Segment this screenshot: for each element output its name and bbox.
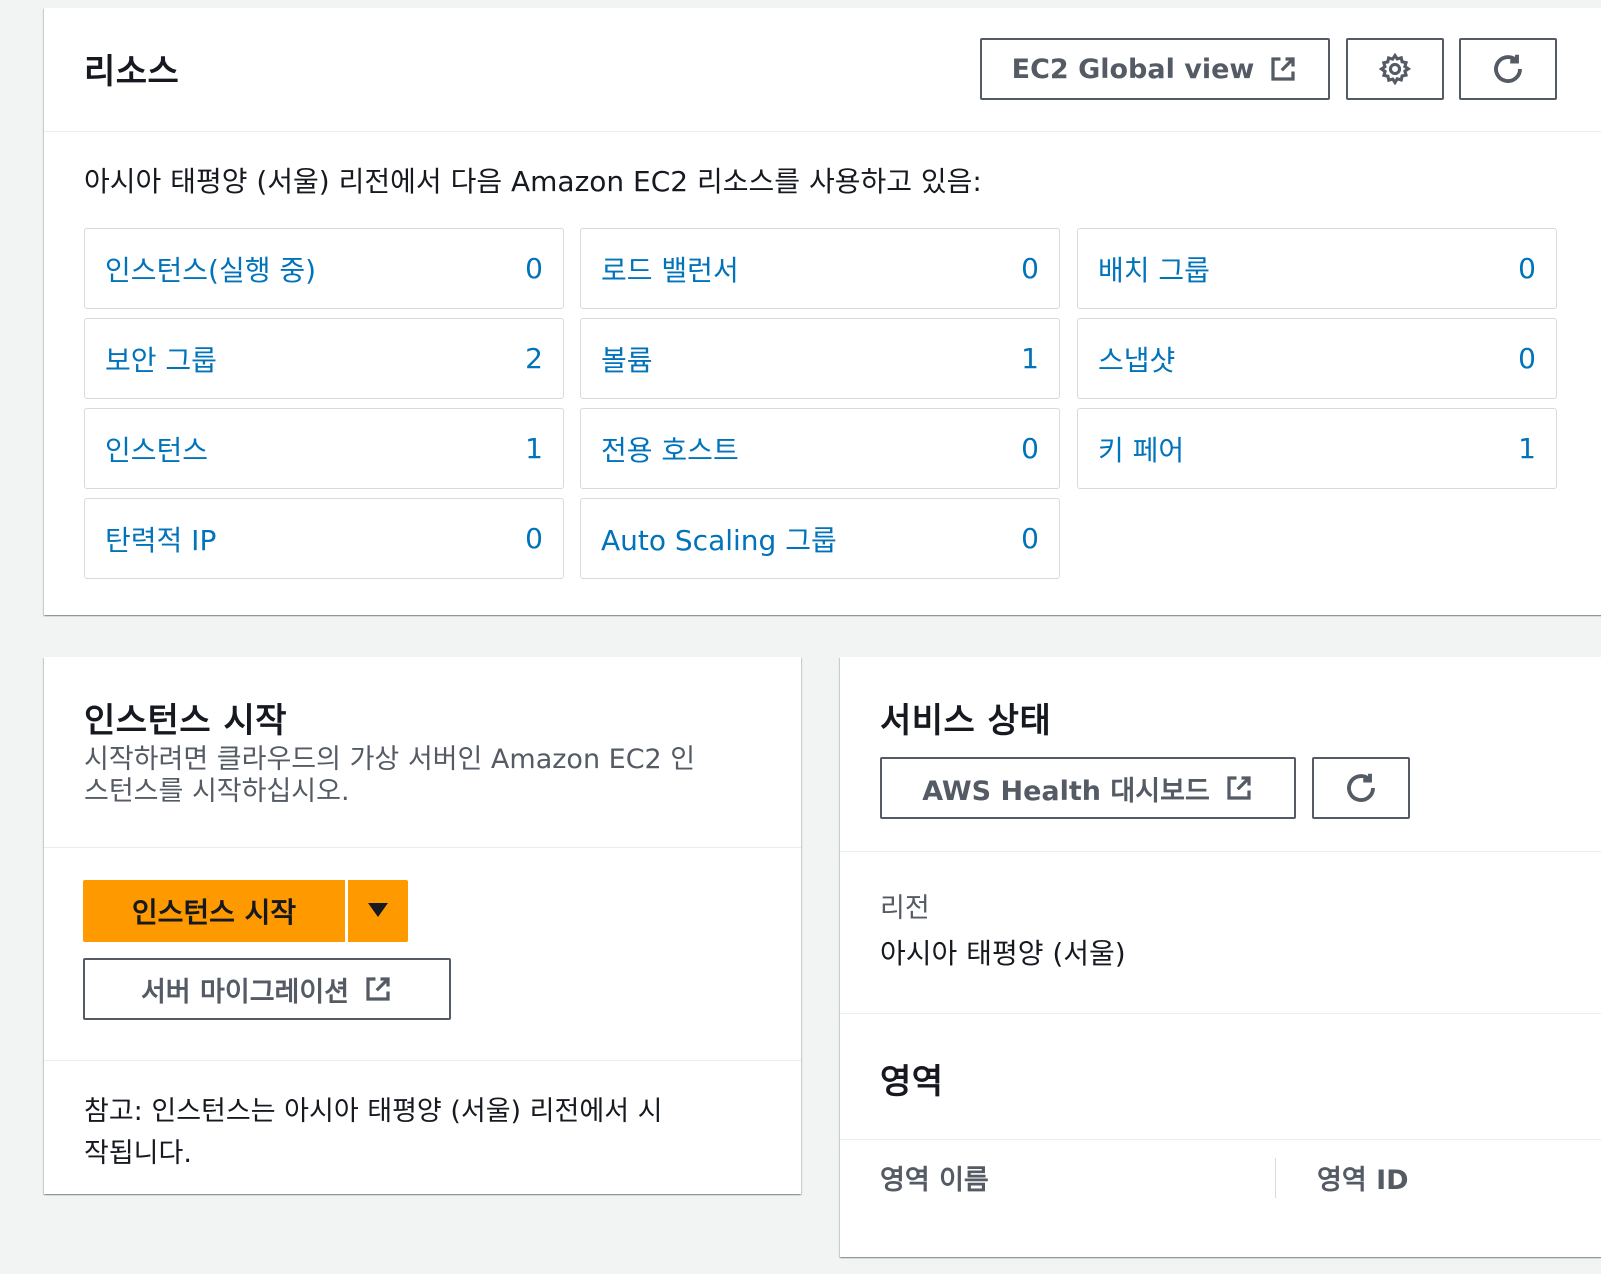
resource-security-groups[interactable]: 보안 그룹 2 <box>84 318 564 399</box>
external-link-icon <box>1224 773 1254 803</box>
service-health-title: 서비스 상태 <box>880 701 1052 741</box>
ec2-global-view-label: EC2 Global view <box>1011 53 1255 85</box>
caret-down-icon <box>368 902 388 921</box>
resource-label: 보안 그룹 <box>105 343 217 377</box>
resource-count: 0 <box>525 252 543 285</box>
resource-count: 1 <box>1021 342 1039 375</box>
resource-snapshots[interactable]: 스냅샷 0 <box>1077 318 1557 399</box>
launch-options-dropdown-button[interactable] <box>348 880 408 942</box>
region-section: 리전 아시아 태평양 (서울) <box>840 852 1601 1014</box>
zones-table-header: 영역 이름 영역 ID <box>840 1139 1601 1219</box>
resource-count: 1 <box>525 432 543 465</box>
resource-count: 2 <box>525 342 543 375</box>
launch-description-line1: 시작하려면 클라우드의 가상 서버인 Amazon EC2 인 <box>84 744 696 775</box>
resource-dedicated-hosts[interactable]: 전용 호스트 0 <box>580 408 1060 489</box>
resource-placement-groups[interactable]: 배치 그룹 0 <box>1077 228 1557 309</box>
column-divider <box>1275 1158 1276 1198</box>
ec2-global-view-button[interactable]: EC2 Global view <box>980 38 1330 100</box>
launch-title: 인스턴스 시작 <box>84 701 288 741</box>
launch-note-line2: 작됩니다. <box>84 1138 192 1169</box>
resource-label: 볼륨 <box>601 343 653 377</box>
resource-count: 0 <box>1021 252 1039 285</box>
resource-label: 인스턴스 <box>105 433 209 467</box>
external-link-icon <box>1268 54 1298 84</box>
launch-button-label: 인스턴스 시작 <box>131 896 297 929</box>
service-health-panel: 서비스 상태 AWS Health 대시보드 리전 아시아 태평양 (서울) 영… <box>840 657 1601 1257</box>
resource-label: 로드 밸런서 <box>601 253 739 287</box>
resource-label: 배치 그룹 <box>1098 253 1210 287</box>
resource-volumes[interactable]: 볼륨 1 <box>580 318 1060 399</box>
region-label: 리전 <box>880 893 930 924</box>
refresh-button[interactable] <box>1459 38 1557 100</box>
resource-label: 키 페어 <box>1098 433 1185 467</box>
launch-header: 인스턴스 시작 시작하려면 클라우드의 가상 서버인 Amazon EC2 인 … <box>44 657 801 848</box>
server-migration-label: 서버 마이그레이션 <box>140 976 350 1008</box>
resource-label: 탄력적 IP <box>105 523 217 557</box>
resource-key-pairs[interactable]: 키 페어 1 <box>1077 408 1557 489</box>
server-migration-button[interactable]: 서버 마이그레이션 <box>83 958 451 1020</box>
resource-instances[interactable]: 인스턴스 1 <box>84 408 564 489</box>
resource-load-balancers[interactable]: 로드 밸런서 0 <box>580 228 1060 309</box>
aws-health-dashboard-label: AWS Health 대시보드 <box>922 775 1210 807</box>
resources-title: 리소스 <box>84 52 180 92</box>
resource-auto-scaling-groups[interactable]: Auto Scaling 그룹 0 <box>580 498 1060 579</box>
launch-instance-button[interactable]: 인스턴스 시작 <box>83 880 345 942</box>
resource-label: 인스턴스(실행 중) <box>105 253 317 287</box>
launch-description-line2: 스턴스를 시작하십시오. <box>84 776 350 807</box>
zone-id-column-header[interactable]: 영역 ID <box>1317 1158 1409 1197</box>
aws-health-dashboard-button[interactable]: AWS Health 대시보드 <box>880 757 1296 819</box>
resources-description: 아시아 태평양 (서울) 리전에서 다음 Amazon EC2 리소스를 사용하… <box>84 165 982 198</box>
launch-instance-panel: 인스턴스 시작 시작하려면 클라우드의 가상 서버인 Amazon EC2 인 … <box>44 657 801 1194</box>
service-health-header: 서비스 상태 AWS Health 대시보드 <box>840 657 1601 852</box>
resource-count: 0 <box>1518 252 1536 285</box>
resource-count: 0 <box>1021 522 1039 555</box>
gear-icon <box>1378 52 1412 86</box>
resource-label: 스냅샷 <box>1098 343 1176 377</box>
resources-header: 리소스 EC2 Global view <box>44 8 1601 132</box>
refresh-icon <box>1343 770 1379 806</box>
external-link-icon <box>363 974 393 1004</box>
launch-actions: 인스턴스 시작 서버 마이그레이션 <box>44 848 801 1061</box>
resource-running-instances[interactable]: 인스턴스(실행 중) 0 <box>84 228 564 309</box>
service-health-refresh-button[interactable] <box>1312 757 1410 819</box>
resource-elastic-ips[interactable]: 탄력적 IP 0 <box>84 498 564 579</box>
resource-count: 1 <box>1518 432 1536 465</box>
preferences-button[interactable] <box>1346 38 1444 100</box>
resource-count: 0 <box>1021 432 1039 465</box>
resources-panel: 리소스 EC2 Global view 아시아 태평양 (서울) 리전에서 다음… <box>44 8 1601 615</box>
zone-name-column-header[interactable]: 영역 이름 <box>880 1158 989 1197</box>
resource-label: Auto Scaling 그룹 <box>601 523 837 557</box>
region-value: 아시아 태평양 (서울) <box>880 937 1126 970</box>
resource-count: 0 <box>1518 342 1536 375</box>
launch-note-line1: 참고: 인스턴스는 아시아 태평양 (서울) 리전에서 시 <box>84 1096 663 1127</box>
resource-label: 전용 호스트 <box>601 433 739 467</box>
resource-count: 0 <box>525 522 543 555</box>
refresh-icon <box>1490 51 1526 87</box>
zones-section: 영역 영역 이름 영역 ID <box>840 1014 1601 1274</box>
zones-title: 영역 <box>880 1062 944 1102</box>
